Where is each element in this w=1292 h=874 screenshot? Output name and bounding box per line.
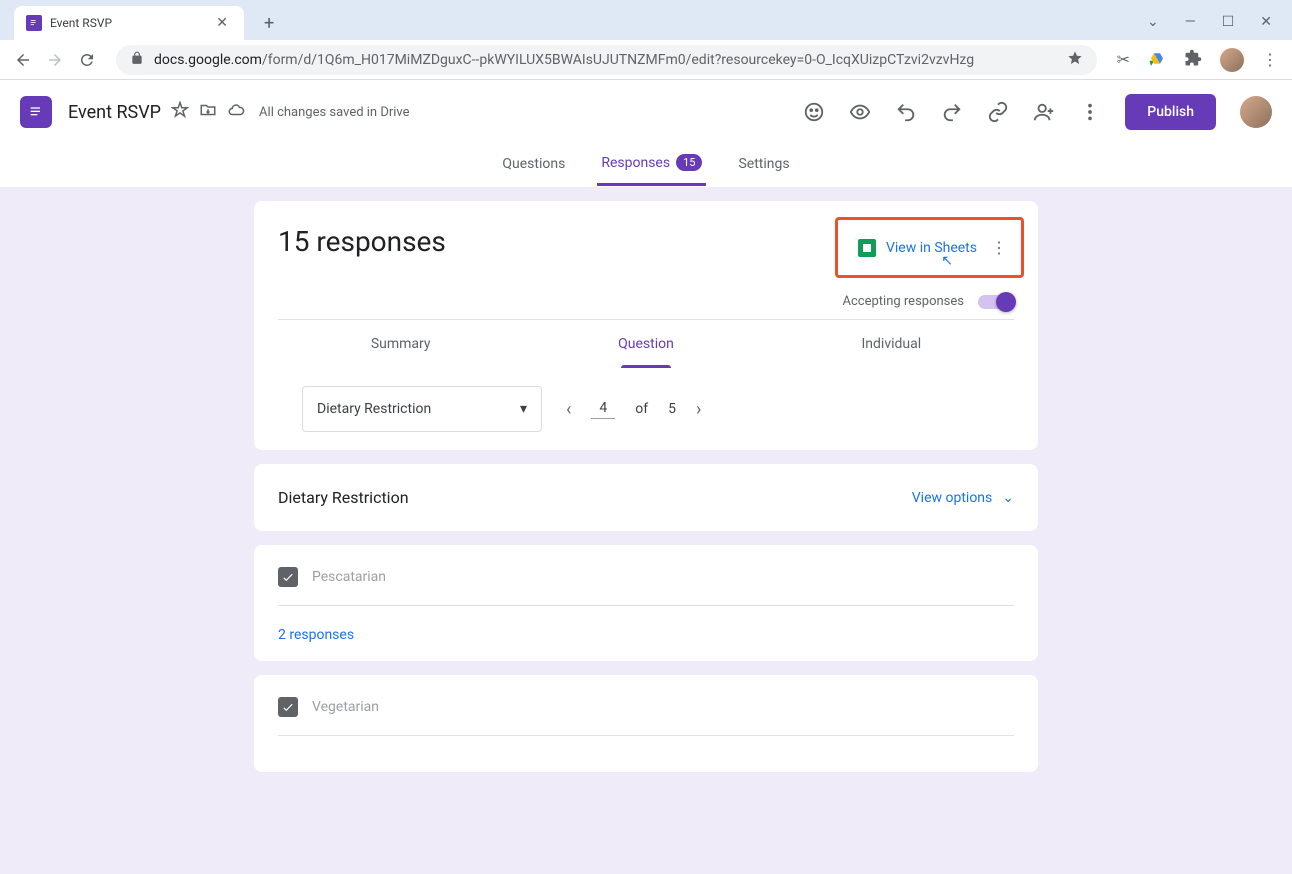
tab-title: Event RSVP	[50, 16, 212, 30]
app-header: Event RSVP All changes saved in Drive Pu…	[0, 80, 1292, 144]
browser-tab-strip: Event RSVP ✕ + ⌄ — ☐ ✕	[0, 0, 1292, 40]
add-collaborator-icon[interactable]	[1033, 101, 1055, 123]
chevron-down-icon: ⌄	[1002, 490, 1014, 506]
document-title[interactable]: Event RSVP	[68, 102, 161, 123]
question-title-card: Dietary Restriction View options ⌄	[254, 464, 1038, 531]
scissors-icon[interactable]: ✂	[1117, 50, 1130, 69]
checkbox-checked-icon	[278, 567, 298, 587]
url-input[interactable]: docs.google.com/form/d/1Q6m_H017MiMZDgux…	[116, 45, 1097, 75]
response-subtabs: Summary Question Individual	[278, 319, 1014, 368]
responses-header-card: 15 responses View in Sheets ↖ ⋮ Acceptin…	[254, 201, 1038, 450]
view-in-sheets-label: View in Sheets	[886, 240, 977, 256]
save-status: All changes saved in Drive	[259, 105, 410, 120]
forms-favicon	[26, 15, 42, 31]
answer-label: Vegetarian	[312, 699, 379, 715]
response-count-link[interactable]: 2 responses	[278, 627, 354, 643]
close-window-button[interactable]: ✕	[1260, 14, 1272, 30]
divider	[278, 735, 1014, 736]
maximize-button[interactable]: ☐	[1222, 14, 1235, 30]
url-text: docs.google.com/form/d/1Q6m_H017MiMZDgux…	[154, 52, 974, 68]
checkbox-checked-icon	[278, 697, 298, 717]
question-select-dropdown[interactable]: Dietary Restriction ▾	[302, 386, 542, 432]
responses-count-title: 15 responses	[278, 225, 446, 258]
chevron-down-icon[interactable]: ⌄	[1147, 14, 1159, 30]
new-tab-button[interactable]: +	[264, 13, 274, 34]
answer-card-pescatarian: Pescatarian 2 responses	[254, 545, 1038, 661]
forms-logo-icon[interactable]	[20, 96, 52, 128]
question-title: Dietary Restriction	[278, 488, 409, 507]
preview-icon[interactable]	[849, 101, 871, 123]
pager-next-button[interactable]: ›	[696, 399, 701, 420]
move-icon[interactable]	[199, 101, 217, 123]
view-in-sheets-button[interactable]: View in Sheets ↖	[858, 239, 977, 257]
theme-icon[interactable]	[803, 101, 825, 123]
header-actions: Publish	[803, 94, 1272, 130]
star-icon[interactable]	[171, 101, 189, 123]
dropdown-caret-icon: ▾	[520, 401, 527, 417]
reload-button[interactable]	[78, 51, 96, 69]
publish-button[interactable]: Publish	[1125, 94, 1216, 130]
accepting-responses-toggle[interactable]	[978, 295, 1014, 309]
redo-icon[interactable]	[941, 101, 963, 123]
minimize-button[interactable]: —	[1185, 14, 1196, 30]
undo-icon[interactable]	[895, 101, 917, 123]
subtab-individual[interactable]: Individual	[769, 320, 1014, 368]
accepting-responses-label: Accepting responses	[843, 294, 965, 309]
bookmark-star-icon[interactable]	[1067, 50, 1083, 70]
tab-questions[interactable]: Questions	[498, 144, 569, 186]
doc-action-icons	[171, 101, 245, 123]
question-pager: Dietary Restriction ▾ ‹ 4 of 5 ›	[278, 368, 1014, 450]
pager-current[interactable]: 4	[591, 400, 615, 419]
profile-avatar-small[interactable]	[1220, 48, 1244, 72]
address-bar: docs.google.com/form/d/1Q6m_H017MiMZDgux…	[0, 40, 1292, 80]
drive-icon[interactable]	[1148, 51, 1166, 69]
tab-settings[interactable]: Settings	[734, 144, 793, 186]
cloud-icon[interactable]	[227, 101, 245, 123]
browser-tab[interactable]: Event RSVP ✕	[14, 6, 244, 40]
tab-responses[interactable]: Responses15	[597, 144, 706, 186]
window-controls: ⌄ — ☐ ✕	[1147, 14, 1292, 40]
extensions-icon[interactable]	[1184, 49, 1202, 71]
pager-of-label: of	[635, 401, 648, 417]
lock-icon	[130, 50, 144, 69]
main-tabs: Questions Responses15 Settings	[0, 144, 1292, 187]
sheets-icon	[858, 239, 876, 257]
pager-prev-button[interactable]: ‹	[566, 399, 571, 420]
answer-label: Pescatarian	[312, 569, 386, 585]
view-in-sheets-highlight: View in Sheets ↖ ⋮	[835, 217, 1024, 278]
content-area: 15 responses View in Sheets ↖ ⋮ Acceptin…	[0, 187, 1292, 800]
browser-menu-icon[interactable]: ⋮	[1262, 50, 1278, 69]
pager-total: 5	[668, 401, 676, 417]
cursor-icon: ↖	[941, 253, 953, 269]
subtab-question[interactable]: Question	[523, 320, 768, 368]
responses-count-badge: 15	[676, 154, 702, 171]
divider	[278, 605, 1014, 606]
link-icon[interactable]	[987, 101, 1009, 123]
forward-button[interactable]	[46, 51, 64, 69]
profile-avatar[interactable]	[1240, 96, 1272, 128]
subtab-summary[interactable]: Summary	[278, 320, 523, 368]
responses-more-icon[interactable]: ⋮	[991, 238, 1007, 257]
view-options-button[interactable]: View options ⌄	[912, 490, 1014, 506]
more-icon[interactable]	[1079, 101, 1101, 123]
answer-card-vegetarian: Vegetarian	[254, 675, 1038, 772]
extension-icons: ✂ ⋮	[1117, 48, 1278, 72]
selected-question-label: Dietary Restriction	[317, 401, 431, 417]
tab-close-button[interactable]: ✕	[212, 15, 232, 31]
back-button[interactable]	[14, 51, 32, 69]
